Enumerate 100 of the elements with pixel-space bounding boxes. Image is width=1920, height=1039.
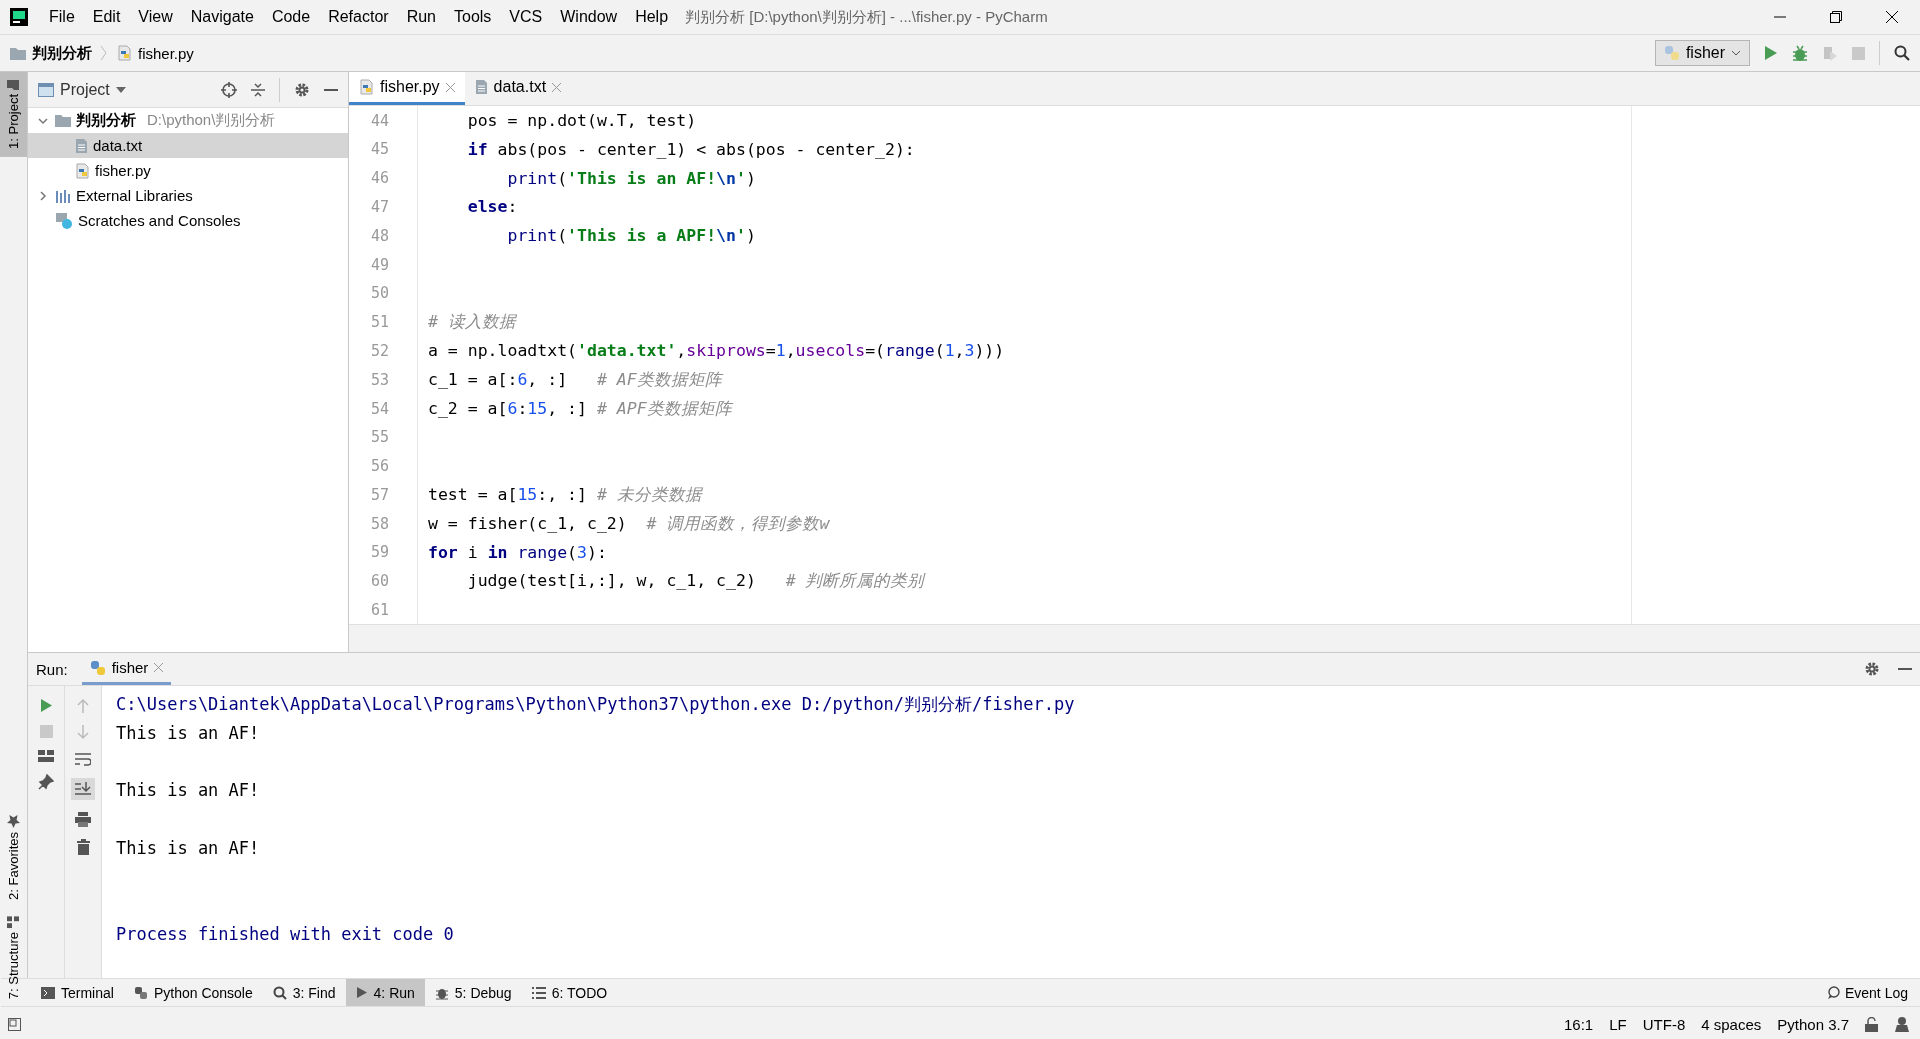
console-line: C:\Users\Diantek\AppData\Local\Programs\Python\Python37\python.exe D:/python/判别分析/fisher.py <box>116 693 1075 716</box>
menu-item[interactable]: Navigate <box>181 8 263 26</box>
menu-item[interactable]: Run <box>397 8 445 26</box>
code-line: pos = np.dot(w.T, test) <box>466 111 697 131</box>
tree-item[interactable]: 判别分析 D:\python\判别分析 <box>28 108 348 133</box>
settings-icon[interactable] <box>1864 661 1880 677</box>
run-icon[interactable] <box>1764 45 1778 61</box>
caret-down-icon <box>115 86 126 93</box>
status-item[interactable]: UTF-8 <box>1642 1015 1686 1033</box>
star-icon <box>7 814 20 828</box>
console-line: This is an AF! <box>116 779 261 803</box>
python-file-icon <box>75 162 90 179</box>
breadcrumb[interactable]: 判别分析 <box>0 43 96 63</box>
tree-item[interactable]: External Libraries <box>28 183 348 208</box>
panel-toggle-icon[interactable] <box>8 1017 21 1031</box>
tool-window-button[interactable]: Python Console <box>123 979 263 1006</box>
play-icon <box>355 986 368 999</box>
code-line: print('This is an AF!\n') <box>506 168 756 188</box>
menu-item[interactable]: Help <box>626 8 678 26</box>
terminal-icon <box>41 986 55 999</box>
python-icon <box>1663 45 1680 61</box>
event-log-button[interactable]: Event Log <box>1826 984 1908 1001</box>
tool-window-button[interactable]: 6: TODO <box>521 979 618 1006</box>
editor-tab[interactable]: data.txt <box>464 72 572 106</box>
window-title: 判别分析 [D:\python\判别分析] - ...\fisher.py - PyCharm <box>685 7 1048 27</box>
tree-item[interactable]: data.txt <box>28 133 348 158</box>
app-logo-icon <box>10 8 28 26</box>
run-configuration-dropdown[interactable]: fisher <box>1654 40 1750 66</box>
restore-icon[interactable] <box>1830 11 1842 23</box>
crosshair-icon[interactable] <box>221 81 237 98</box>
chevron-right-icon <box>100 45 107 61</box>
scroll-to-end-icon[interactable] <box>71 778 95 800</box>
inspector-icon[interactable] <box>1894 1016 1910 1032</box>
chevron-down-icon <box>38 115 48 126</box>
close-icon[interactable] <box>1886 11 1898 23</box>
code-line: a = np.loadtxt('data.txt',skiprows=1,usecols=(range(1,3))) <box>427 341 1005 361</box>
console-line: This is an AF! <box>116 837 261 860</box>
code-line: w = fisher(c_1, c_2) # 调用函数，得到参数w <box>427 512 830 535</box>
search-icon[interactable] <box>1894 45 1910 61</box>
settings-icon[interactable] <box>294 81 310 98</box>
chevron-down-icon <box>1731 49 1741 57</box>
menu-item[interactable]: Edit <box>83 8 130 26</box>
search-icon <box>272 985 287 1000</box>
minimize-icon[interactable] <box>324 87 338 92</box>
run-icon[interactable] <box>39 698 53 713</box>
code-line: test = a[15:, :] # 未分类数据 <box>427 483 702 506</box>
tree-item[interactable]: fisher.py <box>28 158 348 183</box>
code-line: for i in range(3): <box>427 543 607 562</box>
tool-window-tab[interactable]: 1: Project <box>0 72 27 157</box>
speech-bubble-icon <box>1826 986 1840 999</box>
menu-item[interactable]: VCS <box>500 8 552 26</box>
menu-item[interactable]: Window <box>551 8 627 26</box>
folder-icon <box>7 80 20 90</box>
code-line: c_1 = a[:6, :] # AF类数据矩阵 <box>427 368 722 391</box>
tool-window-tab[interactable]: 2: Favorites <box>0 806 27 908</box>
structure-icon <box>7 915 20 928</box>
menu-item[interactable]: View <box>129 8 182 26</box>
python-icon <box>89 659 106 676</box>
folder-icon <box>10 46 26 60</box>
tool-window-button[interactable]: 4: Run <box>345 979 425 1006</box>
menu-item[interactable]: File <box>40 8 84 26</box>
status-item[interactable]: LF <box>1609 1015 1627 1033</box>
status-item[interactable]: Python 3.7 <box>1777 1015 1849 1033</box>
menu-item[interactable]: Code <box>262 8 320 26</box>
tool-window-button[interactable]: 3: Find <box>262 979 346 1006</box>
editor-tab[interactable]: fisher.py <box>349 72 465 106</box>
library-icon <box>55 188 71 203</box>
status-item[interactable]: 4 spaces <box>1701 1015 1762 1033</box>
python-icon <box>133 985 148 1000</box>
code-line: print('This is a APF!\n') <box>506 226 756 246</box>
trash-icon[interactable] <box>76 839 90 855</box>
window-icon <box>38 82 54 97</box>
tool-window-button[interactable]: Terminal <box>31 979 124 1006</box>
menu-item[interactable]: Tools <box>445 8 501 26</box>
text-file-icon <box>474 79 488 96</box>
layout-icon[interactable] <box>38 750 54 762</box>
horizontal-scrollbar[interactable] <box>349 624 1920 652</box>
code-line: # 读入数据 <box>427 311 516 334</box>
collapse-icon[interactable] <box>251 81 265 98</box>
pin-icon[interactable] <box>38 774 54 790</box>
tool-window-button[interactable]: 5: Debug <box>424 979 522 1006</box>
print-icon[interactable] <box>75 812 91 827</box>
soft-wrap-icon[interactable] <box>75 752 91 766</box>
status-item[interactable]: 16:1 <box>1564 1015 1594 1033</box>
console-line: This is an AF! <box>116 721 261 745</box>
minimize-icon[interactable] <box>1898 667 1912 671</box>
console-line: Process finished with exit code 0 <box>116 923 455 947</box>
tool-window-tab[interactable]: 7: Structure <box>0 907 27 1007</box>
breadcrumb[interactable]: fisher.py <box>107 44 198 62</box>
menu-item[interactable]: Refactor <box>319 8 398 26</box>
scratch-icon <box>55 211 73 230</box>
chevron-right-icon <box>38 190 48 201</box>
python-file-icon <box>359 79 374 96</box>
bug-icon[interactable] <box>1792 44 1808 62</box>
python-file-icon <box>117 45 132 61</box>
tree-item[interactable]: Scratches and Consoles <box>28 208 348 233</box>
project-view-dropdown[interactable]: Project <box>38 80 126 99</box>
code-line: c_2 = a[6:15, :] # APF类数据矩阵 <box>427 397 732 420</box>
lock-icon[interactable] <box>1865 1016 1878 1032</box>
code-line: judge(test[i,:], w, c_1, c_2) # 判断所属的类别 <box>466 570 925 593</box>
